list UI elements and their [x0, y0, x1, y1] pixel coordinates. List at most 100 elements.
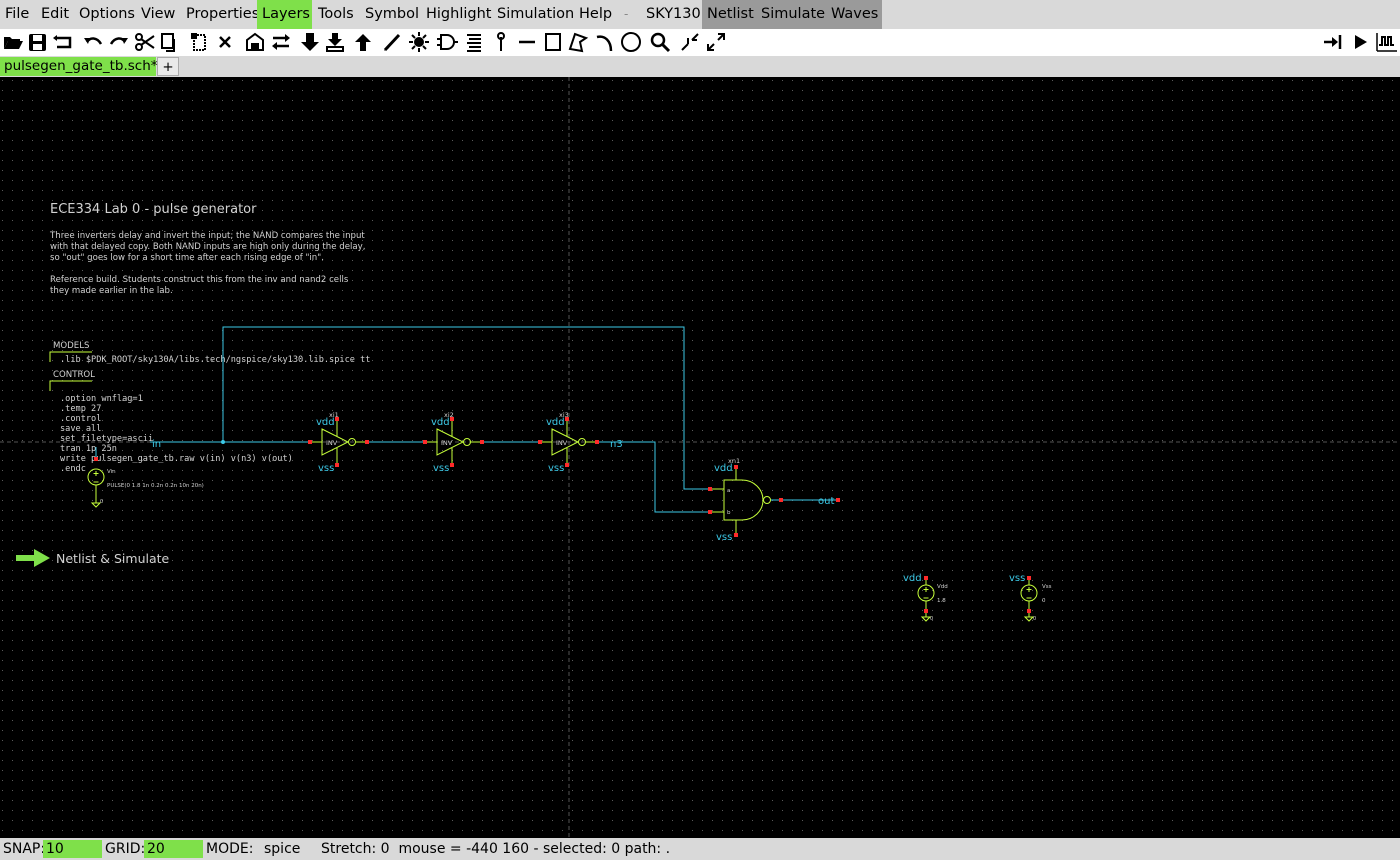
tab-pulsegen-schematic[interactable]: pulsegen_gate_tb.sch*: [0, 57, 158, 76]
grid-label: GRID:: [105, 841, 146, 857]
menu-waves[interactable]: Waves: [826, 0, 882, 29]
nand-pin-a: a: [727, 488, 730, 494]
redo-icon[interactable]: [108, 31, 130, 53]
models-line: .lib $PDK_ROOT/sky130A/libs.tech/ngspice…: [60, 355, 370, 365]
inverter-vss-label: vss: [548, 463, 564, 474]
zoom-full-icon[interactable]: [705, 31, 727, 53]
inverter-label: INV: [556, 439, 568, 447]
status-bar: SNAP: 10 GRID: 20 MODE: spice Stretch: 0…: [0, 838, 1400, 860]
save-icon[interactable]: [27, 31, 49, 53]
inverter-label: INV: [326, 439, 338, 447]
vss-source-value: 0: [1042, 598, 1046, 604]
nand-pin-b: b: [727, 510, 731, 516]
control-line: .control: [60, 414, 101, 424]
copy-icon[interactable]: [158, 31, 180, 53]
vss-ground: 0: [1033, 616, 1036, 622]
descend-icon[interactable]: [324, 31, 346, 53]
snap-input[interactable]: 10: [43, 840, 102, 858]
snap-label: SNAP:: [3, 841, 46, 857]
menu-options[interactable]: Options: [74, 0, 140, 29]
inverter-vdd-label: vdd: [546, 417, 565, 428]
polygon-icon[interactable]: [567, 31, 589, 53]
menu-file[interactable]: File: [0, 0, 34, 29]
circle-icon[interactable]: [620, 31, 642, 53]
menu-tools[interactable]: Tools: [313, 0, 359, 29]
vdd-source-value: 1.8: [937, 598, 946, 604]
control-line: .option wnflag=1: [60, 394, 143, 404]
inverter-vdd-label: vdd: [316, 417, 335, 428]
symbol-gate-icon[interactable]: [436, 31, 458, 53]
push-down-icon[interactable]: [299, 31, 321, 53]
undo-icon[interactable]: [82, 31, 104, 53]
menu-separator: -: [624, 7, 629, 21]
line-icon[interactable]: [516, 31, 538, 53]
control-line: tran 1p 25n: [60, 444, 117, 454]
delete-icon[interactable]: [214, 31, 236, 53]
description-line: with that delayed copy. Both NAND inputs…: [50, 242, 365, 252]
junction-dot: [221, 440, 225, 444]
description-line: so "out" goes low for a short time after…: [50, 253, 324, 263]
control-line: .endc: [60, 464, 86, 474]
flip-icon[interactable]: [270, 31, 292, 53]
description-line: Reference build. Students construct this…: [50, 275, 349, 285]
schematic-title: ECE334 Lab 0 - pulse generator: [50, 202, 257, 217]
menu-edit[interactable]: Edit: [36, 0, 74, 29]
net-label-out: out: [818, 496, 834, 507]
inverter-vdd-label: vdd: [431, 417, 450, 428]
netlist-icon[interactable]: [1322, 31, 1344, 53]
menu-bar: File Edit Options View Properties Layers…: [0, 0, 1400, 29]
zoom-in-icon[interactable]: [679, 31, 701, 53]
menu-simulation[interactable]: Simulation: [492, 0, 579, 29]
vdd-source-name: Vdd: [937, 584, 948, 590]
mode-label: MODE:: [206, 841, 254, 857]
menu-properties[interactable]: Properties: [181, 0, 264, 29]
menu-netlist[interactable]: Netlist: [702, 0, 756, 29]
menu-simulate[interactable]: Simulate: [756, 0, 826, 29]
menu-layers[interactable]: Layers: [257, 0, 312, 29]
simulate-icon[interactable]: [1349, 31, 1371, 53]
vin-value: PULSE(0 1.8 1n 0.2n 0.2n 10n 20n): [107, 483, 204, 489]
control-line: set filetype=ascii: [60, 434, 153, 444]
menu-sky130[interactable]: SKY130: [641, 0, 706, 29]
control-line: save all: [60, 424, 101, 434]
cut-icon[interactable]: [134, 31, 156, 53]
place-symbol-icon[interactable]: [244, 31, 266, 53]
inverter-label: INV: [441, 439, 453, 447]
open-icon[interactable]: [2, 31, 24, 53]
list-icon[interactable]: [463, 31, 485, 53]
menu-help[interactable]: Help: [574, 0, 617, 29]
status-info: Stretch: 0 mouse = -440 160 - selected: …: [321, 841, 671, 857]
grid-input[interactable]: 20: [144, 840, 203, 858]
arc-icon[interactable]: [594, 31, 616, 53]
models-label: MODELS: [53, 341, 89, 351]
schematic-canvas[interactable]: ECE334 Lab 0 - pulse generator Three inv…: [0, 77, 1400, 837]
menu-view[interactable]: View: [136, 0, 180, 29]
paste-icon[interactable]: [188, 31, 210, 53]
vdd-ground: 0: [930, 616, 933, 622]
control-line: .temp 27: [60, 404, 101, 414]
rect-icon[interactable]: [542, 31, 564, 53]
mode-value: spice: [264, 841, 301, 857]
menu-highlight[interactable]: Highlight: [421, 0, 496, 29]
add-tab-button[interactable]: +: [157, 57, 179, 76]
inverter-vss-label: vss: [433, 463, 449, 474]
control-label: CONTROL: [53, 370, 95, 380]
vss-net-label: vss: [1009, 573, 1025, 584]
vdd-net-label: vdd: [903, 573, 922, 584]
menu-symbol[interactable]: Symbol: [360, 0, 424, 29]
net-label-n3: n3: [610, 439, 623, 450]
nand-vdd-label: vdd: [714, 463, 733, 474]
draw-wire-icon[interactable]: [381, 31, 403, 53]
ascend-icon[interactable]: [352, 31, 374, 53]
nand-vss-label: vss: [716, 532, 732, 543]
zoom-icon[interactable]: [649, 31, 671, 53]
vss-source-name: Vss: [1042, 584, 1052, 590]
reload-icon[interactable]: [52, 31, 74, 53]
highlight-icon[interactable]: [408, 31, 430, 53]
vin-ground: 0: [100, 499, 103, 505]
description-line: Three inverters delay and invert the inp…: [49, 231, 365, 241]
waves-icon[interactable]: [1375, 31, 1397, 53]
vin-name: Vin: [107, 469, 116, 475]
description-line: they made earlier in the lab.: [50, 286, 173, 296]
pin-icon[interactable]: [490, 31, 512, 53]
